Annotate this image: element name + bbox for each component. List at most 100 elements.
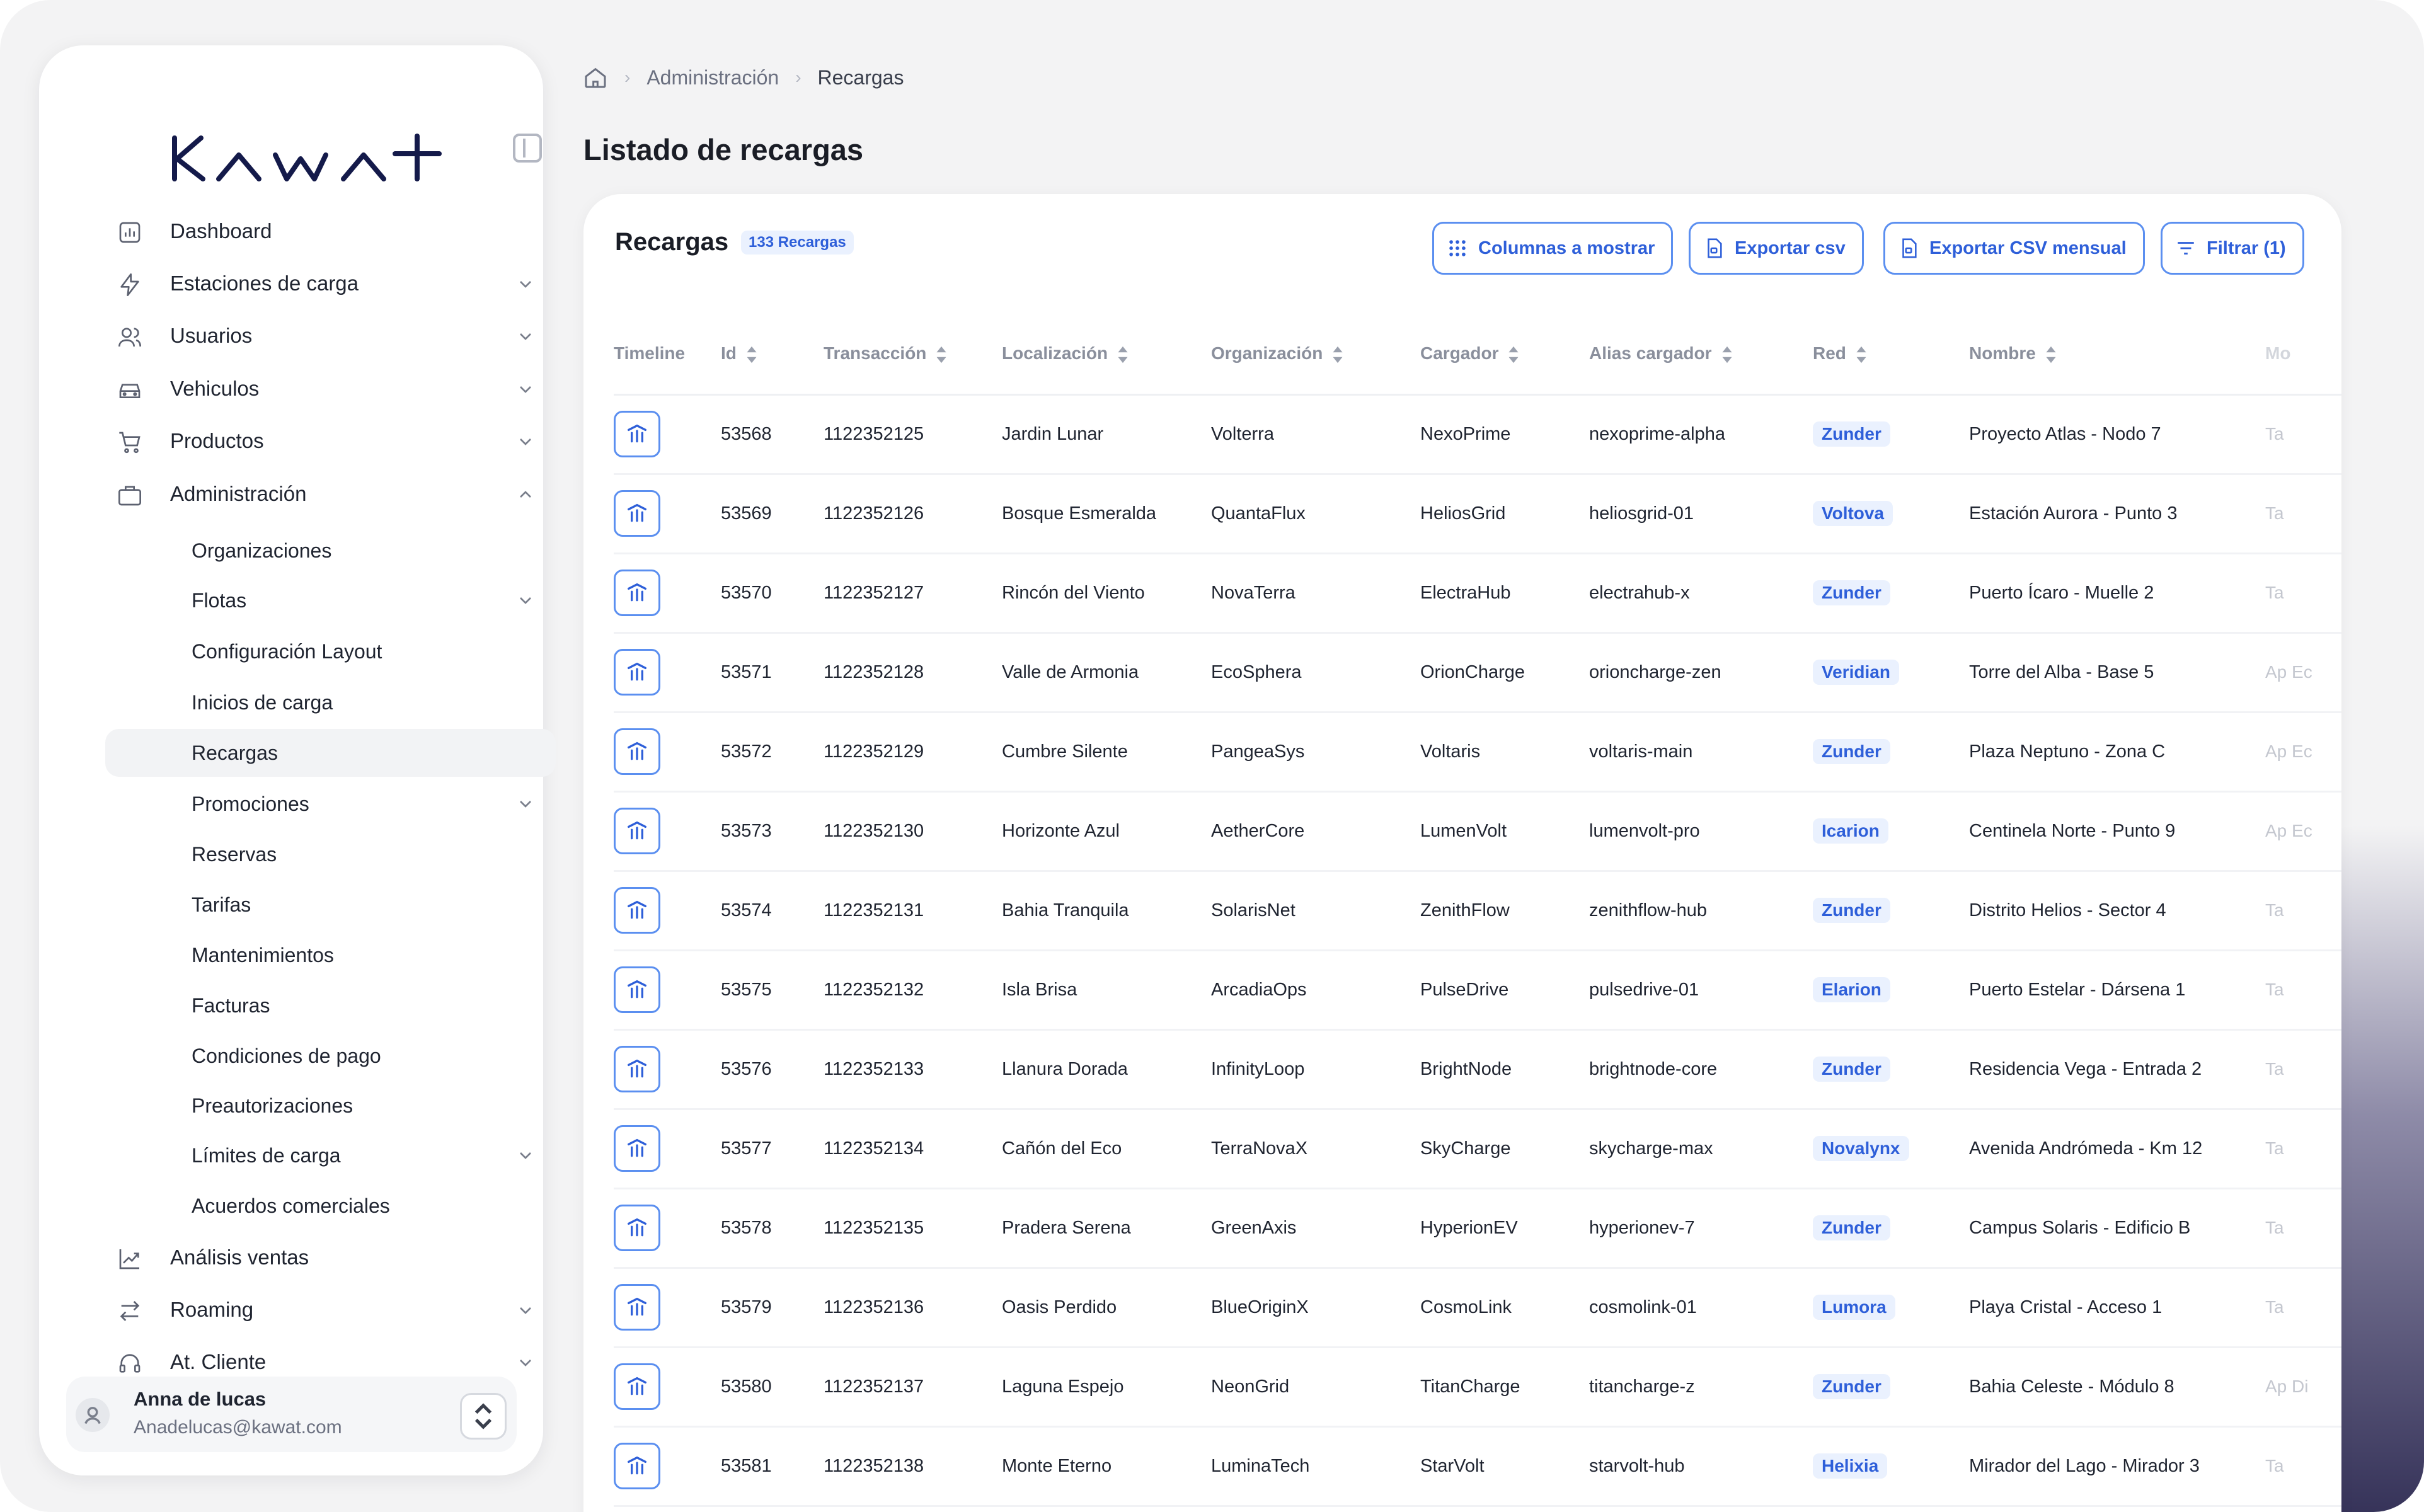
- cell-loc: Bahia Tranquila: [1002, 871, 1211, 951]
- sidebar-subitem-inicios-de-carga[interactable]: Inicios de carga: [105, 679, 556, 726]
- column-header-id[interactable]: Id: [721, 314, 824, 396]
- cell-tx: 1122352129: [824, 712, 1002, 793]
- timeline-button[interactable]: [614, 887, 660, 934]
- table-row[interactable]: 53577 1122352134 Cañón del Eco TerraNovaX Sk…: [614, 1109, 2341, 1189]
- export-monthly-csv-button[interactable]: Exportar CSV mensual: [1883, 222, 2145, 275]
- sidebar-subitem-acuerdos-comerciales[interactable]: Acuerdos comerciales: [105, 1182, 556, 1230]
- table-row[interactable]: 53575 1122352132 Isla Brisa ArcadiaOps Pulse…: [614, 950, 2341, 1031]
- table-row[interactable]: 53579 1122352136 Oasis Perdido BlueOriginX C…: [614, 1268, 2341, 1348]
- cell-timeline: [614, 950, 721, 1031]
- cell-charger: HyperionEV: [1420, 1188, 1589, 1269]
- chevron-down-icon: [520, 438, 531, 445]
- sidebar-collapse-button[interactable]: [513, 134, 542, 163]
- export-csv-button[interactable]: Exportar csv: [1689, 222, 1864, 275]
- network-badge: Elarion: [1813, 977, 1890, 1002]
- column-header-alias-cargador[interactable]: Alias cargador: [1589, 314, 1813, 396]
- sidebar-subitem-condiciones-de-pago[interactable]: Condiciones de pago: [105, 1032, 556, 1080]
- timeline-button[interactable]: [614, 1443, 660, 1489]
- sidebar-subitem-configuracion-layout[interactable]: Configuración Layout: [105, 627, 556, 675]
- column-header-organizacion[interactable]: Organización: [1211, 314, 1420, 396]
- sort-icon: [1118, 346, 1128, 363]
- timeline-button[interactable]: [614, 570, 660, 616]
- cell-timeline: [614, 1347, 721, 1428]
- sidebar-subitem-mantenimientos[interactable]: Mantenimientos: [105, 931, 556, 979]
- timeline-button[interactable]: [614, 1284, 660, 1331]
- sidebar-item-vehiculos[interactable]: Vehiculos: [78, 367, 531, 411]
- column-header-nombre[interactable]: Nombre: [1969, 314, 2265, 396]
- timeline-button[interactable]: [614, 1125, 660, 1172]
- column-header-red[interactable]: Red: [1813, 314, 1969, 396]
- table-row[interactable]: 53580 1122352137 Laguna Espejo NeonGrid Tita…: [614, 1347, 2341, 1428]
- sidebar-subitem-limites-de-carga[interactable]: Límites de carga: [105, 1131, 556, 1179]
- timeline-icon: [628, 1218, 646, 1237]
- cell-extra: Ap Ec: [2265, 791, 2341, 872]
- kawat-logo: [172, 134, 442, 181]
- cell-timeline: [614, 871, 721, 951]
- sidebar-item-label: Usuarios: [170, 324, 253, 347]
- chevron-up-down-icon: [474, 1403, 492, 1429]
- sidebar-item-analisis-ventas[interactable]: Análisis ventas: [78, 1235, 519, 1280]
- sidebar-subitem-organizaciones[interactable]: Organizaciones: [105, 527, 556, 575]
- table-row[interactable]: 53570 1122352127 Rincón del Viento NovaTerr…: [614, 553, 2341, 634]
- timeline-button[interactable]: [614, 490, 660, 537]
- timeline-button[interactable]: [614, 966, 660, 1013]
- home-icon[interactable]: [583, 65, 608, 90]
- sidebar-item-productos[interactable]: Productos: [78, 419, 531, 463]
- file-icon: [1708, 238, 1722, 258]
- timeline-button[interactable]: [614, 1205, 660, 1251]
- timeline-button[interactable]: [614, 411, 660, 457]
- columns-button[interactable]: Columnas a mostrar: [1432, 222, 1674, 275]
- cell-charger: OrionCharge: [1420, 633, 1589, 713]
- table-row[interactable]: 53576 1122352133 Llanura Dorada InfinityLoo…: [614, 1029, 2341, 1110]
- column-header-transaccion[interactable]: Transacción: [824, 314, 1002, 396]
- cell-timeline: [614, 1029, 721, 1110]
- sidebar-item-estaciones[interactable]: Estaciones de carga: [78, 261, 531, 306]
- table-row[interactable]: 53574 1122352131 Bahia Tranquila SolarisNet…: [614, 871, 2341, 951]
- sidebar-subitem-reservas[interactable]: Reservas: [105, 830, 556, 878]
- sidebar-subitem-recargas[interactable]: Recargas: [105, 729, 556, 777]
- column-header-cargador[interactable]: Cargador: [1420, 314, 1589, 396]
- cell-alias: zenithflow-hub: [1589, 871, 1813, 951]
- timeline-button[interactable]: [614, 649, 660, 696]
- timeline-button[interactable]: [614, 728, 660, 775]
- cell-alias: electrahub-x: [1589, 553, 1813, 634]
- sort-icon: [1856, 346, 1866, 363]
- cell-timeline: [614, 1426, 721, 1507]
- sidebar-subitem-facturas[interactable]: Facturas: [105, 982, 556, 1029]
- sidebar-subitem-promociones[interactable]: Promociones: [105, 780, 556, 828]
- sidebar-subitem-flotas[interactable]: Flotas: [105, 576, 556, 624]
- truncated-text: Ta: [2265, 423, 2284, 444]
- table-row[interactable]: 53572 1122352129 Cumbre Silente PangeaSys Vo…: [614, 712, 2341, 793]
- sidebar-item-label: Administración: [170, 482, 307, 505]
- sidebar-subitem-label: Recargas: [192, 742, 278, 764]
- sidebar-item-usuarios[interactable]: Usuarios: [78, 314, 531, 358]
- column-header-localizacion[interactable]: Localización: [1002, 314, 1211, 396]
- sidebar-item-dashboard[interactable]: Dashboard: [78, 209, 519, 253]
- user-profile-card[interactable]: Anna de lucas Anadelucas@kawat.com: [66, 1377, 517, 1452]
- table-row[interactable]: 53569 1122352126 Bosque Esmeralda QuantaFlu…: [614, 474, 2341, 554]
- cell-extra: Ap Ec: [2265, 633, 2341, 713]
- timeline-button[interactable]: [614, 1046, 660, 1092]
- cell-extra: Ta: [2265, 1188, 2341, 1269]
- sidebar-subitem-preautorizaciones[interactable]: Preautorizaciones: [105, 1082, 556, 1130]
- table-row[interactable]: 53573 1122352130 Horizonte Azul AetherCore L…: [614, 791, 2341, 872]
- sidebar-item-roaming[interactable]: Roaming: [78, 1288, 531, 1332]
- sidebar-subitem-tarifas[interactable]: Tarifas: [105, 881, 556, 929]
- breadcrumb-item[interactable]: Administración: [646, 66, 779, 89]
- cell-alias: titancharge-z: [1589, 1347, 1813, 1428]
- table-row[interactable]: 53578 1122352135 Pradera Serena GreenAxis Hy…: [614, 1188, 2341, 1269]
- cell-org: PangeaSys: [1211, 712, 1420, 793]
- filter-button[interactable]: Filtrar (1): [2161, 222, 2304, 275]
- cell-loc: Rincón del Viento: [1002, 553, 1211, 634]
- chevron-down-icon: [520, 1307, 531, 1314]
- sidebar-item-administracion[interactable]: Administración: [78, 472, 531, 516]
- table-row[interactable]: 53581 1122352138 Monte Eterno LuminaTech Sta…: [614, 1426, 2341, 1507]
- timeline-button[interactable]: [614, 808, 660, 854]
- timeline-button[interactable]: [614, 1363, 660, 1410]
- table-row[interactable]: 53568 1122352125 Jardin Lunar Volterra NexoP…: [614, 394, 2341, 475]
- cell-net: Voltova: [1813, 474, 1969, 554]
- cell-name: Proyecto Atlas - Nodo 7: [1969, 394, 2265, 475]
- cell-net: Zunder: [1813, 871, 1969, 951]
- table-row[interactable]: 53571 1122352128 Valle de Armonia EcoSphera…: [614, 633, 2341, 713]
- account-switch-button[interactable]: [460, 1393, 507, 1440]
